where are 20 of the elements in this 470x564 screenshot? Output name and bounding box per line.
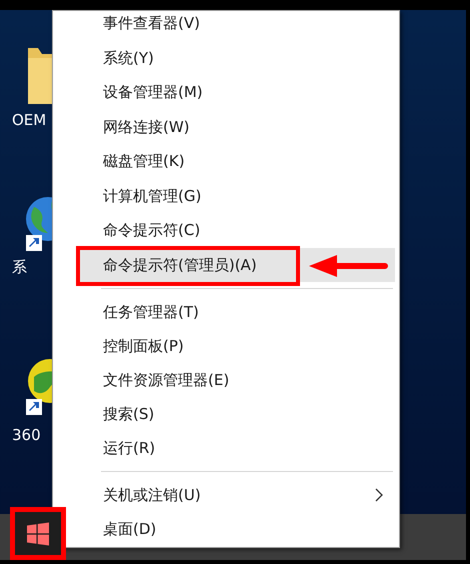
menu-item[interactable]: 网络连接(W) [79,110,395,144]
menu-item[interactable]: 搜索(S) [79,397,395,431]
menu-item[interactable]: 系统(Y) [79,40,395,75]
menu-item[interactable]: 任务管理器(T) [79,295,395,329]
menu-item[interactable]: 命令提示符(C) [79,213,395,248]
menu-item[interactable]: 设备管理器(M) [79,75,395,110]
menu-item[interactable]: 磁盘管理(K) [79,144,395,178]
menu-item[interactable]: 事件查看器(V) [79,11,395,40]
menu-item[interactable]: 关机或注销(U) [79,478,395,512]
menu-item[interactable]: 运行(R) [79,431,395,465]
menu-item[interactable]: 桌面(D) [79,512,395,546]
windows-logo-icon [26,522,50,546]
icon-label: 360 [12,425,41,445]
icon-label: 系 [12,257,27,277]
menu-item[interactable]: 文件资源管理器(E) [79,363,395,397]
menu-item[interactable]: 控制面板(P) [79,329,395,363]
menu-item[interactable]: 计算机管理(G) [79,178,395,213]
start-button[interactable] [10,507,66,560]
chevron-right-icon [375,488,383,502]
icon-label: OEM [12,110,46,130]
